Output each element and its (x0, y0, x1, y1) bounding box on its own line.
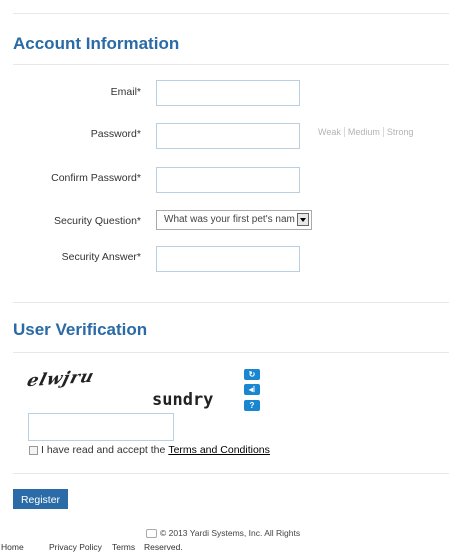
section-divider (13, 302, 449, 303)
security-question-select[interactable]: What was your first pet's nam (156, 210, 312, 230)
audio-icon[interactable]: ◂ⅰ (244, 384, 260, 395)
confirm-password-label: Confirm Password* (51, 172, 141, 184)
captcha-image: elwjru sundry (24, 366, 238, 412)
security-question-value: What was your first pet's nam (164, 214, 295, 225)
refresh-icon[interactable]: ↻ (244, 369, 260, 380)
copyright-text: © 2013 Yardi Systems, Inc. All Rights (160, 528, 301, 538)
confirm-password-field[interactable] (156, 167, 300, 193)
user-verification-title: User Verification (13, 320, 148, 339)
footer-link-home[interactable]: Home (1, 542, 24, 552)
copyright: © 2013 Yardi Systems, Inc. All Rights (146, 528, 300, 538)
footer-reserved: Reserved. (144, 542, 183, 552)
password-label: Password* (90, 128, 141, 140)
account-information-title: Account Information (13, 34, 180, 53)
password-field[interactable] (156, 123, 300, 149)
email-label: Email* (110, 86, 141, 98)
terms-checkbox[interactable] (29, 445, 38, 455)
captcha-distorted-word: elwjru (24, 366, 97, 392)
register-button[interactable]: Register (13, 489, 68, 509)
strength-strong: Strong (382, 127, 417, 137)
strength-weak: Weak (318, 127, 341, 137)
footer-link-terms[interactable]: Terms (112, 542, 135, 552)
footer-link-privacy[interactable]: Privacy Policy (49, 542, 102, 552)
help-icon[interactable]: ? (244, 400, 260, 411)
account-divider (13, 64, 449, 65)
yardi-logo-icon (146, 528, 157, 538)
verification-divider (13, 352, 449, 353)
footer-divider (13, 473, 449, 474)
chevron-down-icon[interactable] (297, 213, 309, 226)
password-strength-meter: Weak Medium Strong (318, 127, 416, 137)
captcha-dictionary-word: sundry (152, 390, 214, 410)
captcha-response-field[interactable] (28, 413, 174, 441)
terms-link[interactable]: Terms and Conditions (168, 444, 270, 456)
security-question-label: Security Question* (54, 215, 141, 227)
terms-agreement: I have read and accept the Terms and Con… (29, 444, 270, 456)
email-field[interactable] (156, 80, 300, 106)
top-divider (13, 13, 449, 14)
security-answer-field[interactable] (156, 246, 300, 272)
terms-text: I have read and accept the (41, 444, 166, 456)
security-answer-label: Security Answer* (61, 251, 141, 263)
strength-medium: Medium (343, 127, 383, 137)
